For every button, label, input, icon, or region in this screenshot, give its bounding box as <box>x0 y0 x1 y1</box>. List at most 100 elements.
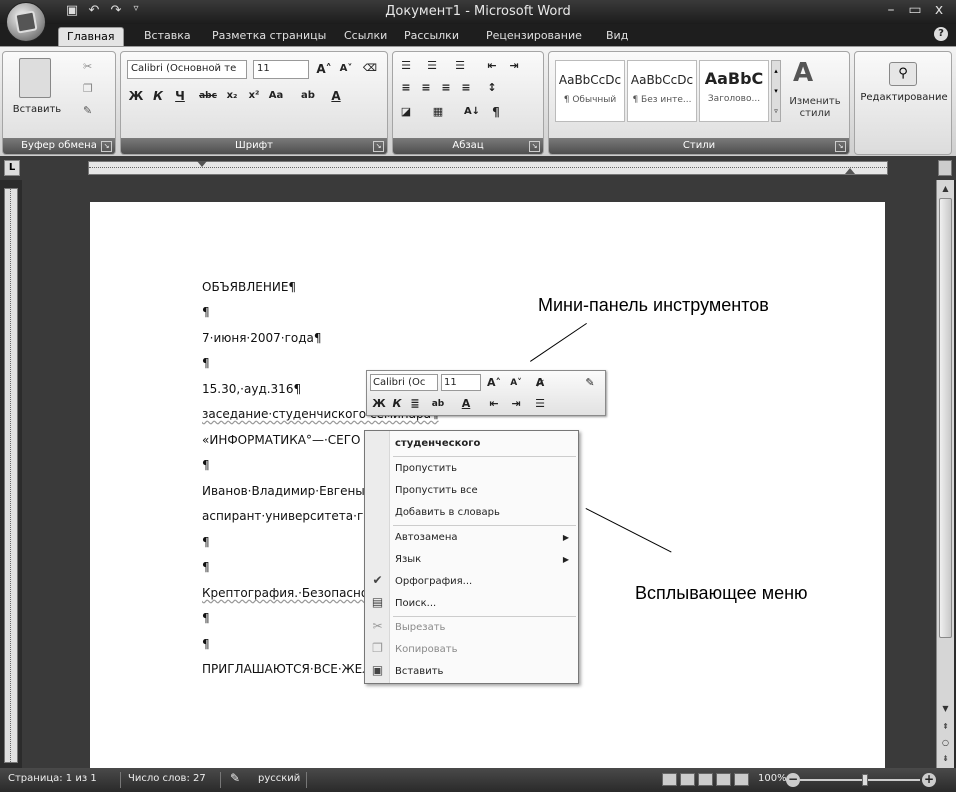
cut-icon[interactable]: ✂ <box>83 60 92 73</box>
tab-page-layout[interactable]: Разметка страницы <box>204 27 334 46</box>
horizontal-ruler[interactable] <box>88 161 888 175</box>
zoom-slider[interactable] <box>800 774 920 786</box>
close-button[interactable]: x <box>928 2 950 22</box>
view-ruler-icon[interactable] <box>938 160 952 176</box>
italic-icon[interactable]: К <box>149 86 167 106</box>
paste-button-label[interactable]: Вставить <box>7 104 67 115</box>
help-icon[interactable]: ? <box>934 27 948 41</box>
zoom-in-icon[interactable]: + <box>922 773 936 787</box>
menu-autocorrect[interactable]: Автозамена ▶ <box>391 527 577 549</box>
mini-font-name-input[interactable]: Calibri (Ос <box>370 374 438 391</box>
mini-increase-indent-icon[interactable]: ⇥ <box>507 395 525 413</box>
mini-format-painter-icon[interactable]: ✎ <box>581 374 599 392</box>
highlight-icon[interactable]: ab <box>299 86 317 106</box>
doc-line[interactable]: аспирант·университета·г <box>202 509 363 523</box>
shrink-font-icon[interactable]: A˅ <box>337 59 355 79</box>
change-styles-icon[interactable]: A <box>793 58 813 88</box>
menu-paste[interactable]: Вставить <box>391 661 577 683</box>
minimize-button[interactable]: – <box>880 2 902 22</box>
bold-icon[interactable]: Ж <box>127 86 145 106</box>
clear-formatting-icon[interactable]: ⌫ <box>361 59 379 79</box>
scroll-up-icon[interactable]: ▲ <box>939 182 952 196</box>
menu-add-to-dictionary[interactable]: Добавить в словарь <box>391 502 577 524</box>
style-heading[interactable]: AaBbC Заголово... <box>699 60 769 122</box>
align-left-icon[interactable]: ≡ <box>397 78 415 98</box>
style-no-spacing[interactable]: AaBbCcDc ¶ Без инте... <box>627 60 697 122</box>
web-layout-view-icon[interactable] <box>698 773 713 786</box>
editing-group[interactable]: ⚲ Редактирование <box>854 51 952 155</box>
menu-ignore[interactable]: Пропустить <box>391 458 577 480</box>
mini-italic-icon[interactable]: К <box>389 395 405 413</box>
tab-insert[interactable]: Вставка <box>136 27 199 46</box>
vertical-scrollbar[interactable]: ▲ ▼ ⇞ ○ ⇟ <box>936 180 954 768</box>
strikethrough-icon[interactable]: abc <box>199 86 217 106</box>
tab-references[interactable]: Ссылки <box>336 27 395 46</box>
borders-icon[interactable]: ▦ <box>429 102 447 122</box>
mini-center-icon[interactable]: ≣ <box>407 395 423 413</box>
scroll-thumb[interactable] <box>939 198 952 638</box>
outline-view-icon[interactable] <box>716 773 731 786</box>
vertical-ruler[interactable] <box>4 188 18 763</box>
tab-home[interactable]: Главная <box>58 27 124 46</box>
doc-line[interactable]: Иванов·Владимир·Евгены <box>202 484 365 498</box>
tab-mailings[interactable]: Рассылки <box>396 27 467 46</box>
page-count[interactable]: Страница: 1 из 1 <box>8 773 97 784</box>
sort-icon[interactable]: A↓ <box>463 102 481 122</box>
first-line-indent-icon[interactable] <box>197 161 207 167</box>
mini-bullets-icon[interactable]: ☰ <box>529 395 551 413</box>
menu-spelling[interactable]: Орфография... <box>391 571 577 593</box>
align-center-icon[interactable]: ≡ <box>417 78 435 98</box>
paragraph-launcher-icon[interactable]: ↘ <box>529 141 540 152</box>
menu-language[interactable]: Язык ▶ <box>391 549 577 571</box>
zoom-level[interactable]: 100% <box>758 773 787 784</box>
mini-grow-font-icon[interactable]: A˄ <box>485 374 503 392</box>
scroll-down-icon[interactable]: ▼ <box>939 702 952 716</box>
increase-indent-icon[interactable]: ⇥ <box>505 56 523 76</box>
mini-font-size-input[interactable]: 11 <box>441 374 481 391</box>
styles-scroll-icon[interactable]: ▴ ▾ ▿ <box>771 60 781 122</box>
office-button[interactable] <box>6 2 46 42</box>
font-size-input[interactable]: 11 <box>253 60 309 79</box>
menu-research[interactable]: Поиск... <box>391 593 577 615</box>
grow-font-icon[interactable]: A˄ <box>315 59 333 79</box>
mini-styles-icon[interactable]: A̷ <box>529 374 551 392</box>
doc-line[interactable]: Крептография.·Безопасно <box>202 586 368 600</box>
align-right-icon[interactable]: ≡ <box>437 78 455 98</box>
mini-decrease-indent-icon[interactable]: ⇤ <box>485 395 503 413</box>
change-case-icon[interactable]: Aa <box>267 86 285 106</box>
font-launcher-icon[interactable]: ↘ <box>373 141 384 152</box>
change-styles-label[interactable]: Изменить стили <box>783 96 847 120</box>
doc-line[interactable]: ¶ <box>202 535 210 549</box>
doc-line[interactable]: ¶ <box>202 305 210 319</box>
zoom-out-icon[interactable]: − <box>786 773 800 787</box>
show-marks-icon[interactable]: ¶ <box>487 102 505 122</box>
superscript-icon[interactable]: x² <box>245 86 263 106</box>
menu-suggestion[interactable]: студенческого <box>391 433 577 455</box>
clipboard-launcher-icon[interactable]: ↘ <box>101 141 112 152</box>
doc-line[interactable]: 7·июня·2007·года¶ <box>202 331 322 345</box>
doc-line[interactable]: ОБЪЯВЛЕНИЕ¶ <box>202 280 296 294</box>
word-count[interactable]: Число слов: 27 <box>128 773 206 784</box>
format-painter-icon[interactable]: ✎ <box>83 104 92 117</box>
print-layout-view-icon[interactable] <box>662 773 677 786</box>
line-spacing-icon[interactable]: ↕ <box>483 78 501 98</box>
proofing-icon[interactable]: ✎ <box>230 771 240 785</box>
doc-line[interactable]: ¶ <box>202 560 210 574</box>
justify-icon[interactable]: ≡ <box>457 78 475 98</box>
previous-page-icon[interactable]: ⇞ <box>939 720 952 734</box>
numbering-icon[interactable]: ☰ <box>423 56 441 76</box>
decrease-indent-icon[interactable]: ⇤ <box>483 56 501 76</box>
language-indicator[interactable]: русский <box>258 773 300 784</box>
underline-icon[interactable]: Ч <box>171 86 189 106</box>
menu-ignore-all[interactable]: Пропустить все <box>391 480 577 502</box>
doc-line[interactable]: ¶ <box>202 356 210 370</box>
next-page-icon[interactable]: ⇟ <box>939 752 952 766</box>
full-screen-view-icon[interactable] <box>680 773 695 786</box>
styles-launcher-icon[interactable]: ↘ <box>835 141 846 152</box>
browse-object-icon[interactable]: ○ <box>939 736 952 750</box>
copy-icon[interactable]: ❐ <box>83 82 93 95</box>
mini-shrink-font-icon[interactable]: A˅ <box>507 374 525 392</box>
multilevel-list-icon[interactable]: ☰ <box>451 56 469 76</box>
doc-line[interactable]: «ИНФОРМАТИКА°—·СЕГО <box>202 433 361 447</box>
right-indent-icon[interactable] <box>845 168 855 174</box>
